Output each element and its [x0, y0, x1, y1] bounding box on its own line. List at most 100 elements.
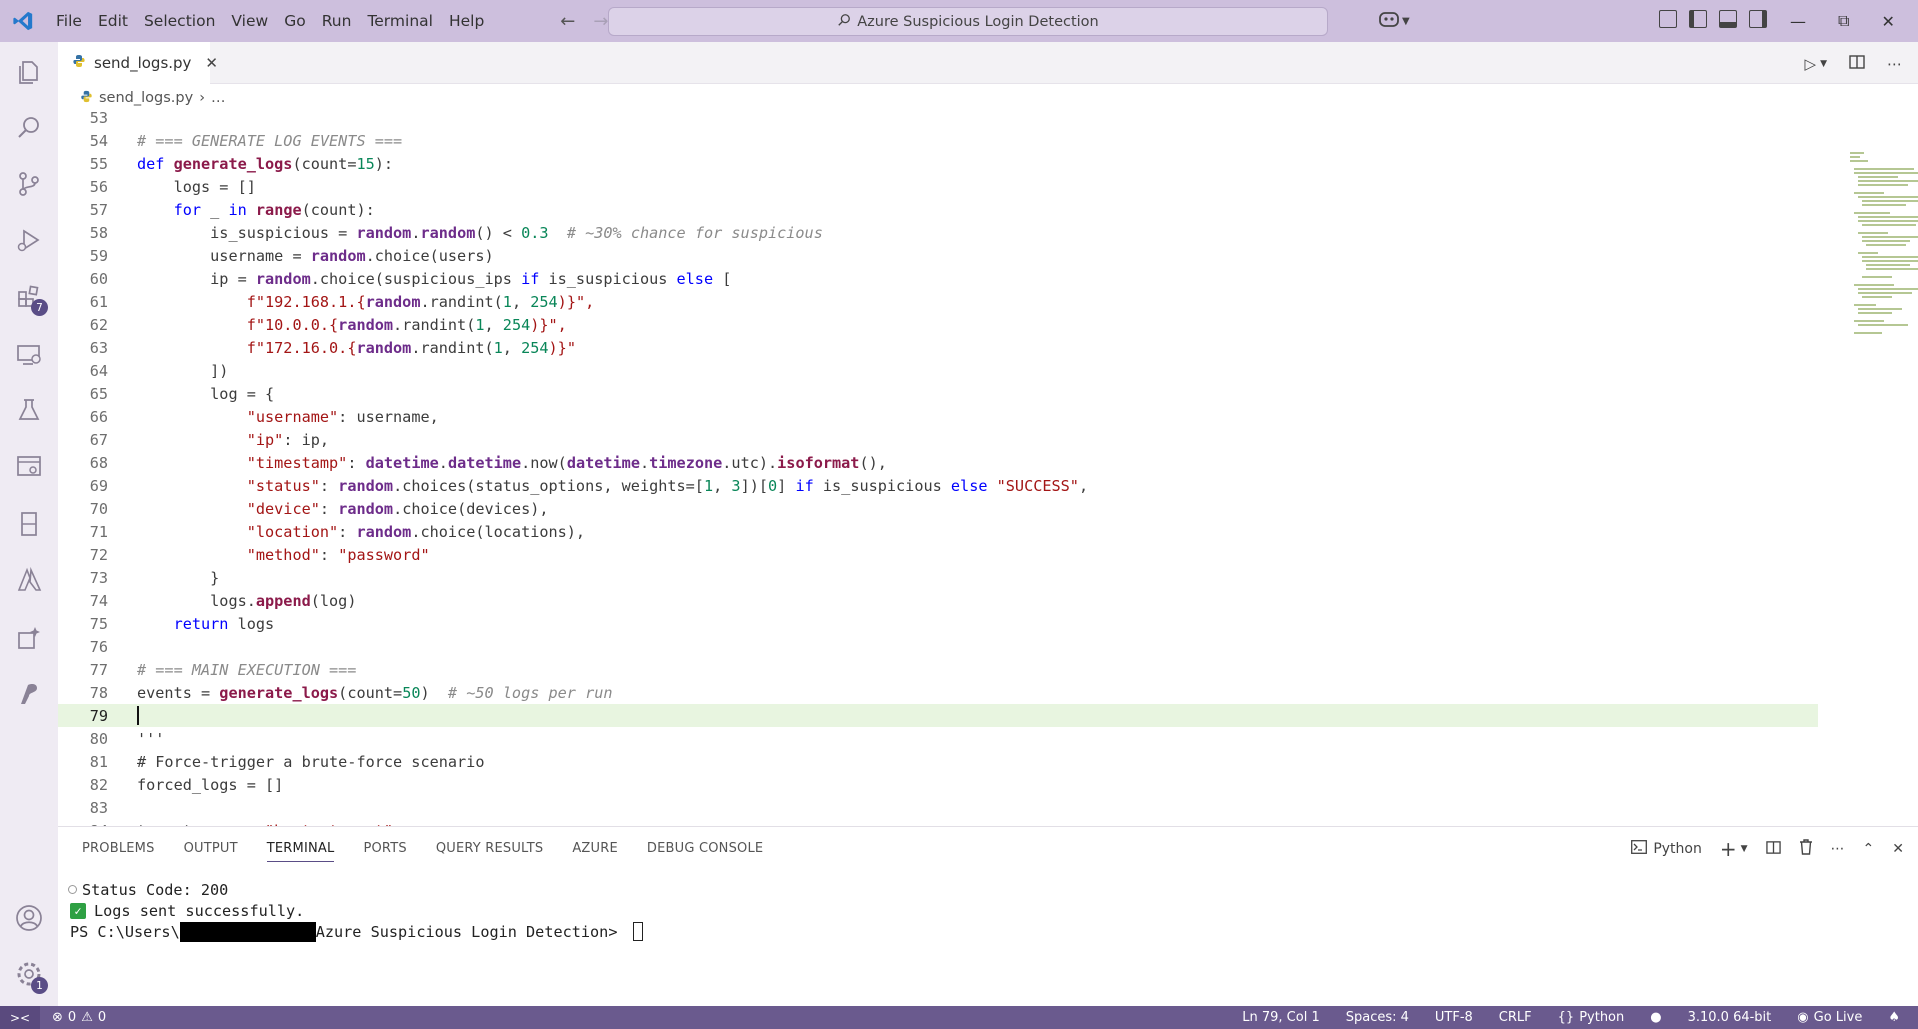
- code-line: 77 # === MAIN EXECUTION ===: [89, 660, 357, 679]
- status-bar: >< ⊗ 0 ⚠ 0 Ln 79, Col 1 Spaces: 4 UTF-8 …: [0, 1006, 1918, 1029]
- encoding[interactable]: UTF-8: [1435, 1010, 1473, 1025]
- python-file-icon: [80, 90, 93, 107]
- back-arrow-icon[interactable]: ←: [560, 11, 575, 32]
- run-file-icon[interactable]: ▷: [1805, 55, 1817, 73]
- menu-bar: File Edit Selection View Go Run Terminal…: [48, 0, 492, 42]
- source-control-icon[interactable]: [13, 168, 45, 200]
- code-line: 83: [89, 798, 108, 817]
- customize-layout-icon[interactable]: [1659, 10, 1677, 28]
- code-line: 67 "ip": ip,: [89, 430, 330, 449]
- code-line: 66 "username": username,: [89, 407, 439, 426]
- tab-azure[interactable]: AZURE: [572, 841, 618, 862]
- settings-gear-icon[interactable]: 1: [13, 958, 48, 994]
- indentation[interactable]: Spaces: 4: [1346, 1010, 1409, 1025]
- menu-view[interactable]: View: [223, 0, 276, 42]
- command-center-search[interactable]: Azure Suspicious Login Detection: [608, 7, 1328, 36]
- breadcrumb-file[interactable]: send_logs.py: [99, 90, 193, 106]
- code-line: 54 # === GENERATE LOG EVENTS ===: [89, 131, 403, 150]
- code-line: 59 username = random.choice(users): [89, 246, 494, 265]
- code-line: 80 ''': [89, 729, 165, 748]
- code-line: 56 logs = []: [89, 177, 256, 196]
- terminal-icon: [1631, 840, 1648, 858]
- run-debug-icon[interactable]: [13, 224, 45, 256]
- code-line: 74 logs.append(log): [89, 591, 357, 610]
- testing-flask-icon[interactable]: [13, 394, 45, 426]
- more-actions-icon[interactable]: ⋯: [1887, 55, 1902, 73]
- code-line: 65 log = {: [89, 384, 275, 403]
- editor-actions: ▷ ▼ ⋯: [1805, 54, 1902, 74]
- terminal-cursor: [632, 922, 643, 941]
- search-sidebar-icon[interactable]: [13, 112, 45, 144]
- minimap[interactable]: [1850, 152, 1918, 372]
- containers-icon[interactable]: [13, 508, 45, 540]
- notifications-bell-icon[interactable]: ♠: [1888, 1010, 1900, 1025]
- breadcrumb-symbols[interactable]: …: [211, 90, 226, 106]
- menu-selection[interactable]: Selection: [136, 0, 223, 42]
- menu-run[interactable]: Run: [314, 0, 360, 42]
- toggle-panel-icon[interactable]: [1719, 10, 1737, 28]
- breadcrumb: send_logs.py › …: [80, 84, 226, 112]
- code-line: 63 f"172.16.0.{random.randint(1, 254)}": [89, 338, 576, 357]
- more-actions-icon[interactable]: ⋯: [1831, 841, 1845, 857]
- azure-icon[interactable]: [13, 564, 45, 596]
- trash-icon[interactable]: [1799, 839, 1813, 859]
- editor-group: send_logs.py ✕ ▷ ▼ ⋯ send_logs.py › … 53…: [58, 42, 1918, 840]
- warning-icon: ⚠: [81, 1010, 93, 1025]
- toggle-primary-sidebar-icon[interactable]: [1689, 10, 1707, 28]
- menu-edit[interactable]: Edit: [90, 0, 136, 42]
- copilot-button[interactable]: ▼: [1378, 9, 1410, 33]
- database-explorer-icon[interactable]: [13, 450, 45, 482]
- accounts-icon[interactable]: [13, 902, 45, 934]
- code-line: 69 "status": random.choices(status_optio…: [89, 476, 1089, 495]
- code-line: 64 ]): [89, 361, 229, 380]
- end-of-line[interactable]: CRLF: [1499, 1010, 1532, 1025]
- split-terminal-icon[interactable]: [1765, 840, 1781, 859]
- code-line: 57 for _ in range(count):: [89, 200, 375, 219]
- code-line: 76: [89, 637, 108, 656]
- current-code-line: 79: [58, 704, 1818, 727]
- toggle-secondary-sidebar-icon[interactable]: [1749, 10, 1767, 28]
- tab-problems[interactable]: PROBLEMS: [82, 841, 155, 862]
- tab-query-results[interactable]: QUERY RESULTS: [436, 841, 544, 862]
- chevron-down-icon[interactable]: ▼: [1741, 844, 1748, 854]
- tab-output[interactable]: OUTPUT: [184, 841, 238, 862]
- terminal-output[interactable]: Status Code: 200 ✓ Logs sent successfully…: [68, 879, 643, 942]
- azure-functions-icon[interactable]: [13, 678, 45, 710]
- close-tab-icon[interactable]: ✕: [205, 54, 218, 72]
- code-line: 75 return logs: [89, 614, 275, 633]
- close-panel-icon[interactable]: ✕: [1892, 841, 1904, 857]
- maximize-panel-icon[interactable]: ⌃: [1863, 841, 1875, 857]
- split-editor-icon[interactable]: [1849, 54, 1865, 74]
- cursor-position[interactable]: Ln 79, Col 1: [1242, 1010, 1319, 1025]
- copilot-status-icon[interactable]: ●: [1650, 1010, 1661, 1025]
- go-live-button[interactable]: ◉ Go Live: [1797, 1010, 1862, 1025]
- python-interpreter[interactable]: 3.10.0 64-bit: [1688, 1010, 1772, 1025]
- chevron-down-icon[interactable]: ▼: [1820, 59, 1827, 69]
- remote-explorer-icon[interactable]: [13, 338, 45, 370]
- terminal-profile[interactable]: Python: [1631, 840, 1702, 858]
- tab-ports[interactable]: PORTS: [363, 841, 406, 862]
- restore-icon[interactable]: ⧉: [1838, 11, 1849, 31]
- extensions-icon[interactable]: 7: [13, 280, 48, 316]
- code-line: 60 ip = random.choice(suspicious_ips if …: [89, 269, 732, 288]
- menu-go[interactable]: Go: [276, 0, 314, 42]
- code-line: 70 "device": random.choice(devices),: [89, 499, 549, 518]
- tab-debug-console[interactable]: DEBUG CONSOLE: [647, 841, 763, 862]
- explorer-icon[interactable]: [13, 56, 45, 88]
- editor-tab-send-logs[interactable]: send_logs.py ✕: [58, 42, 218, 84]
- code-editor[interactable]: 53 54 # === GENERATE LOG EVENTS === 55 def…: [58, 112, 1918, 870]
- remote-indicator[interactable]: ><: [0, 1006, 40, 1029]
- menu-help[interactable]: Help: [441, 0, 492, 42]
- minimize-icon[interactable]: —: [1790, 12, 1806, 31]
- terminal-line: ✓ Logs sent successfully.: [70, 900, 643, 921]
- forward-arrow-icon[interactable]: →: [593, 11, 608, 32]
- tab-terminal[interactable]: TERMINAL: [266, 841, 335, 862]
- problems-status[interactable]: ⊗ 0 ⚠ 0: [52, 1010, 106, 1025]
- command-decoration-icon: [68, 885, 77, 894]
- ai-toolkit-icon[interactable]: [13, 622, 45, 654]
- menu-file[interactable]: File: [48, 0, 90, 42]
- close-window-icon[interactable]: ✕: [1881, 12, 1894, 31]
- new-terminal-icon[interactable]: +: [1720, 837, 1737, 861]
- language-mode[interactable]: {} Python: [1558, 1010, 1625, 1025]
- menu-terminal[interactable]: Terminal: [359, 0, 441, 42]
